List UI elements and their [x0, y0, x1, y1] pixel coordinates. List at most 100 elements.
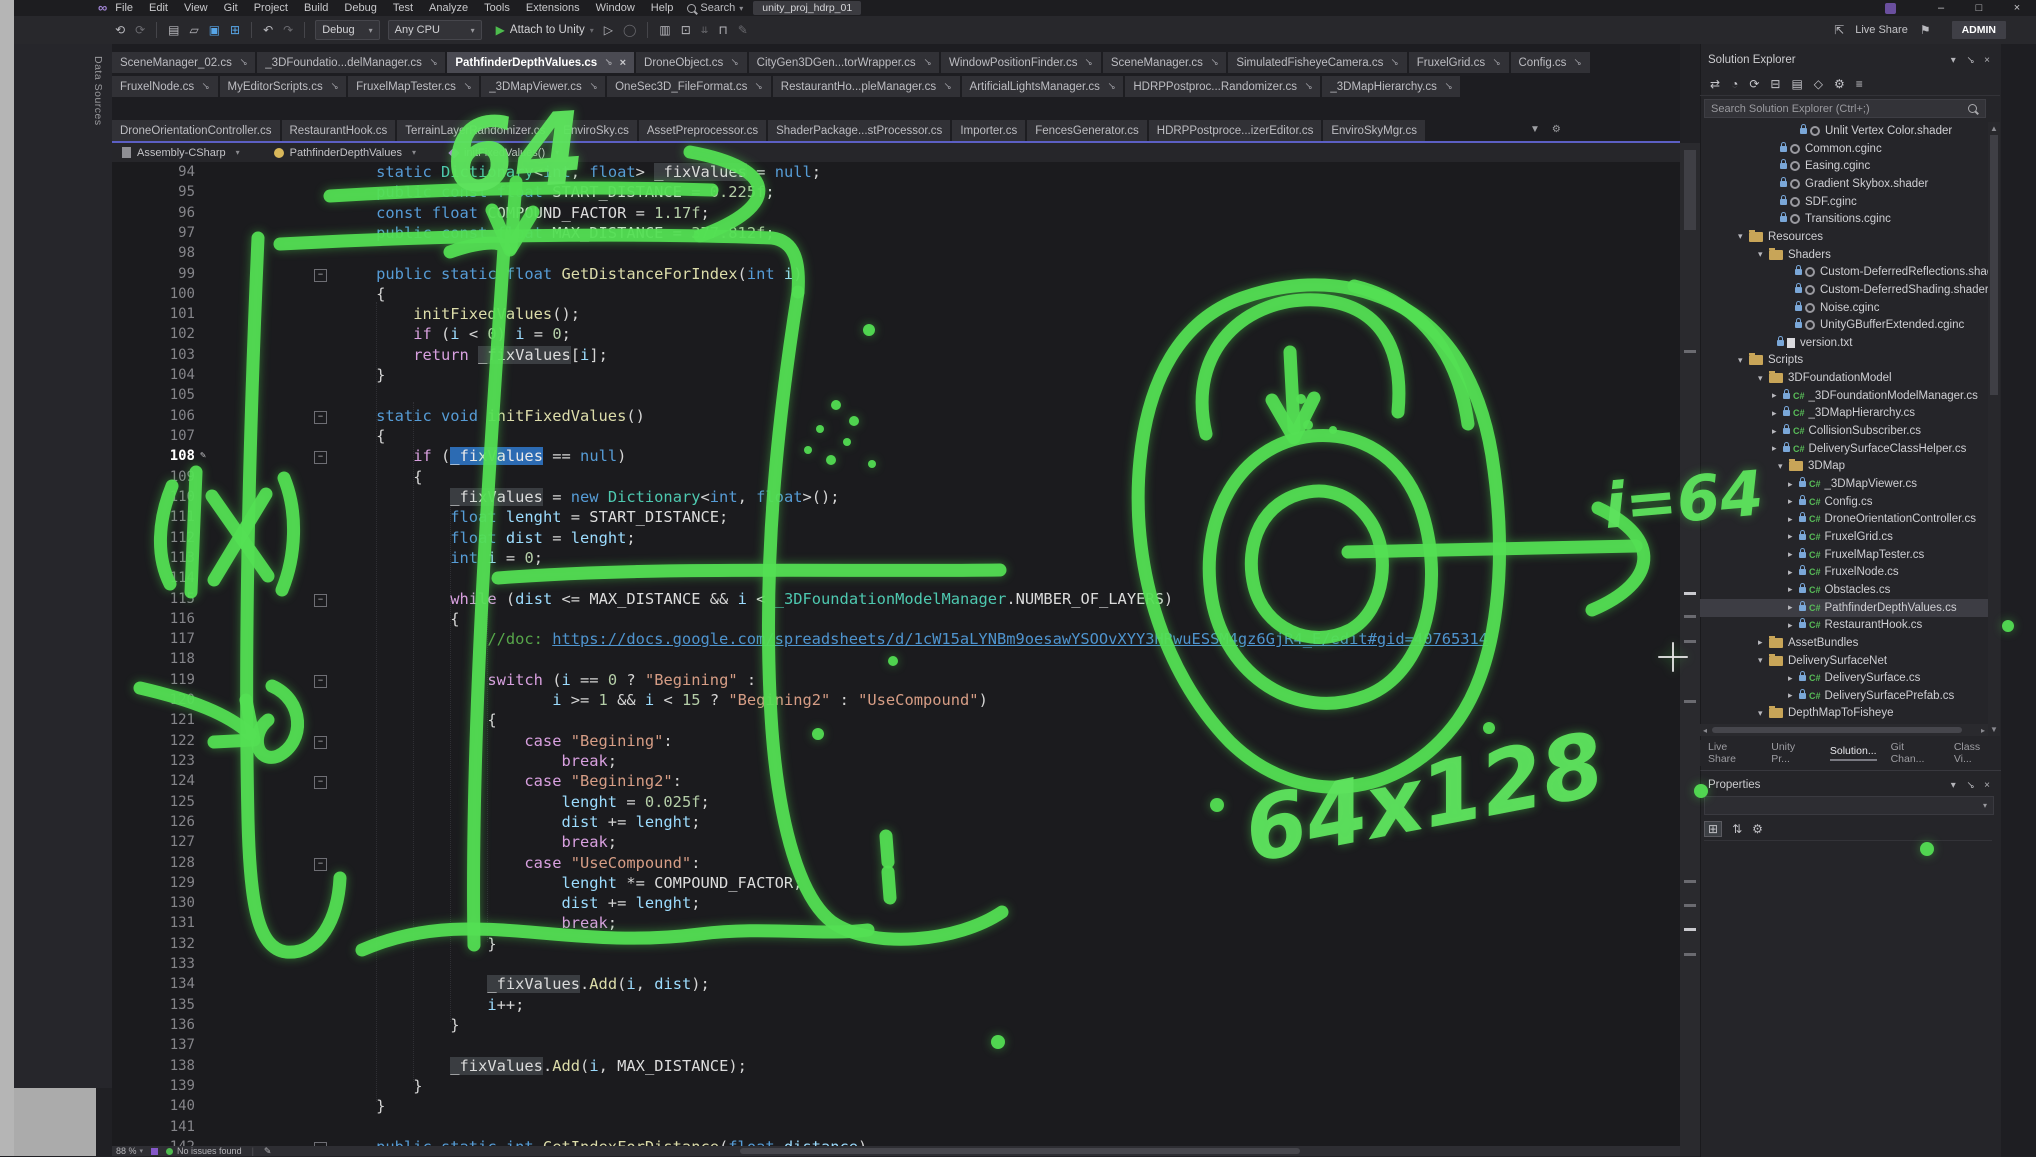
find-in-files-icon[interactable]: ▥: [659, 23, 670, 37]
breadcrumb-type[interactable]: PathfinderDepthValues: [290, 147, 402, 159]
chevron-down-icon[interactable]: ▾: [236, 148, 240, 157]
tree-item-deliverysurfacenet[interactable]: ▾DeliverySurfaceNet: [1700, 652, 1988, 670]
tree-item-resources[interactable]: ▾Resources: [1700, 228, 1988, 246]
save-all-icon[interactable]: ⊞: [230, 23, 240, 37]
menu-edit[interactable]: Edit: [141, 0, 176, 16]
window-layout-icon[interactable]: ⊡: [681, 23, 691, 37]
panel-tab-git-chan-[interactable]: Git Chan...: [1891, 741, 1940, 765]
panel-tab-unity-pr-[interactable]: Unity Pr...: [1771, 741, 1816, 765]
tab-citygen3dgen-torwrapper-cs[interactable]: CityGen3DGen...torWrapper.cs⊸: [749, 52, 939, 73]
pin-icon[interactable]: ⊸: [586, 80, 600, 94]
tab-droneobject-cs[interactable]: DroneObject.cs⊸: [636, 52, 747, 73]
chevron-expanded-icon[interactable]: ▾: [1758, 249, 1769, 260]
editor-vertical-scrollbar[interactable]: [1680, 143, 1700, 1156]
flag-icon[interactable]: ⚑: [1920, 23, 1931, 37]
tab-droneorientationcontroller-cs[interactable]: DroneOrientationController.cs: [112, 120, 280, 141]
health-status[interactable]: No issues found: [177, 1146, 242, 1156]
pin-icon[interactable]: ⊸: [1301, 80, 1315, 94]
pin-icon[interactable]: ⊸: [1207, 56, 1221, 70]
tab-terrainlayerrandomizer-cs[interactable]: TerrainLayerRandomizer.cs: [397, 120, 553, 141]
show-all-files-icon[interactable]: ▤: [1791, 77, 1802, 91]
breadcrumb-member[interactable]: initFixedValues(): [464, 147, 545, 159]
tab-config-cs[interactable]: Config.cs⊸: [1511, 52, 1590, 73]
tab-onesec3d-fileformat-cs[interactable]: OneSec3D_FileFormat.cs⊸: [607, 76, 771, 97]
tree-item-assetbundles[interactable]: ▸AssetBundles: [1700, 634, 1988, 652]
categorized-icon[interactable]: ⊞: [1704, 821, 1722, 837]
toolbar-overflow-icon[interactable]: ⇊: [701, 25, 709, 36]
tree-item--3dfoundationmodelmanager-cs[interactable]: ▸C#_3DFoundationModelManager.cs: [1700, 387, 1988, 405]
admin-button[interactable]: ADMIN: [1952, 21, 2006, 39]
scrollbar-thumb[interactable]: [1712, 727, 1962, 733]
tab-options-gear-icon[interactable]: ⚙: [1552, 124, 1561, 135]
editor-horizontal-scrollbar[interactable]: [740, 1148, 1300, 1154]
chevron-collapsed-icon[interactable]: ▸: [1772, 408, 1783, 419]
tree-item-shaders[interactable]: ▾Shaders: [1700, 246, 1988, 264]
share-icon[interactable]: ⇱: [1834, 23, 1844, 37]
pin-icon[interactable]: ⊸: [1082, 56, 1096, 70]
chevron-collapsed-icon[interactable]: ▸: [1788, 602, 1799, 613]
close-icon[interactable]: ×: [1984, 55, 1990, 66]
pin-icon[interactable]: ⊸: [1963, 778, 1977, 792]
data-sources-vertical-tab[interactable]: Data Sources: [92, 56, 104, 126]
chevron-expanded-icon[interactable]: ▾: [1758, 373, 1769, 384]
tree-item-deliverysurfaceprefab-cs[interactable]: ▸C#DeliverySurfacePrefab.cs: [1700, 687, 1988, 705]
scrollbar-thumb[interactable]: [1684, 150, 1696, 230]
pending-changes-filter-icon[interactable]: ◔: [1731, 77, 1738, 91]
bookmark-icon[interactable]: ⊓: [718, 23, 727, 37]
property-pages-icon[interactable]: ⚙: [1752, 822, 1763, 836]
properties-icon[interactable]: ⚙: [1834, 77, 1845, 91]
menu-tools[interactable]: Tools: [476, 0, 518, 16]
chevron-collapsed-icon[interactable]: ▸: [1788, 584, 1799, 595]
maximize-button[interactable]: □: [1960, 0, 1998, 16]
menu-project[interactable]: Project: [246, 0, 296, 16]
pin-icon[interactable]: ⊸: [426, 56, 440, 70]
view-code-icon[interactable]: ◇: [1814, 77, 1823, 91]
menu-view[interactable]: View: [176, 0, 216, 16]
tree-item-unlit-vertex-color-shader[interactable]: Unlit Vertex Color.shader: [1700, 122, 1988, 140]
chevron-down-icon[interactable]: ▾: [412, 148, 416, 157]
chevron-down-icon[interactable]: ▾: [1951, 780, 1956, 791]
attach-to-unity-button[interactable]: Attach to Unity: [510, 24, 585, 36]
chevron-collapsed-icon[interactable]: ▸: [1788, 549, 1799, 560]
tab-assetpreprocessor-cs[interactable]: AssetPreprocessor.cs: [639, 120, 766, 141]
tree-item-version-txt[interactable]: version.txt: [1700, 334, 1988, 352]
pin-icon[interactable]: ⊸: [327, 80, 341, 94]
code-editor[interactable]: 94 static Dictionary<int, float> _fixVal…: [112, 162, 1680, 1146]
pin-icon[interactable]: ⊸: [1571, 56, 1585, 70]
chevron-collapsed-icon[interactable]: ▸: [1772, 443, 1783, 454]
tree-item-transitions-cginc[interactable]: Transitions.cginc: [1700, 210, 1988, 228]
pin-icon[interactable]: ⊸: [198, 80, 212, 94]
chevron-expanded-icon[interactable]: ▾: [1738, 231, 1749, 242]
tree-item-custom-deferredreflections-shader[interactable]: Custom-DeferredReflections.shader: [1700, 263, 1988, 281]
chevron-down-icon[interactable]: ▾: [555, 148, 559, 157]
tab-scenemanager-02-cs[interactable]: SceneManager_02.cs⊸: [112, 52, 255, 73]
tab--3dmapviewer-cs[interactable]: _3DMapViewer.cs⊸: [481, 76, 605, 97]
tree-item-easing-cginc[interactable]: Easing.cginc: [1700, 157, 1988, 175]
pin-icon[interactable]: ⊸: [236, 56, 250, 70]
pin-icon[interactable]: ⊸: [602, 56, 616, 70]
close-icon[interactable]: ×: [620, 57, 626, 69]
menu-help[interactable]: Help: [643, 0, 682, 16]
tab-myeditorscripts-cs[interactable]: MyEditorScripts.cs⊸: [220, 76, 347, 97]
tree-item-noise-cginc[interactable]: Noise.cginc: [1700, 299, 1988, 317]
tree-item-droneorientationcontroller-cs[interactable]: ▸C#DroneOrientationController.cs: [1700, 510, 1988, 528]
tree-item--3dmapviewer-cs[interactable]: ▸C#_3DMapViewer.cs: [1700, 475, 1988, 493]
tree-item-restauranthook-cs[interactable]: ▸C#RestaurantHook.cs: [1700, 616, 1988, 634]
tree-item-fruxelnode-cs[interactable]: ▸C#FruxelNode.cs: [1700, 563, 1988, 581]
pin-icon[interactable]: ⊸: [920, 56, 934, 70]
navigate-forward-icon[interactable]: ⟳: [135, 23, 145, 37]
tree-item-sdf-cginc[interactable]: SDF.cginc: [1700, 193, 1988, 211]
menu-debug[interactable]: Debug: [336, 0, 384, 16]
tab--3dfoundatio-delmanager-cs[interactable]: _3DFoundatio...delManager.cs⊸: [257, 52, 445, 73]
tab-fencesgenerator-cs[interactable]: FencesGenerator.cs: [1027, 120, 1147, 141]
chevron-collapsed-icon[interactable]: ▸: [1772, 390, 1783, 401]
start-debug-icon[interactable]: ▶: [496, 23, 505, 37]
tree-item-depthmaptofisheye[interactable]: ▾DepthMapToFisheye: [1700, 704, 1988, 722]
tab-restaurantho-plemanager-cs[interactable]: RestaurantHo...pleManager.cs⊸: [773, 76, 960, 97]
tab-scenemanager-cs[interactable]: SceneManager.cs⊸: [1103, 52, 1226, 73]
edit-indicator-icon[interactable]: ✎: [264, 1146, 272, 1156]
tab-pathfinderdepthvalues-cs[interactable]: PathfinderDepthValues.cs⊸×: [447, 52, 634, 73]
tab-enviroskymgr-cs[interactable]: EnviroSkyMgr.cs: [1323, 120, 1425, 141]
tree-item-deliverysurface-cs[interactable]: ▸C#DeliverySurface.cs: [1700, 669, 1988, 687]
close-button[interactable]: ×: [1998, 0, 2036, 16]
